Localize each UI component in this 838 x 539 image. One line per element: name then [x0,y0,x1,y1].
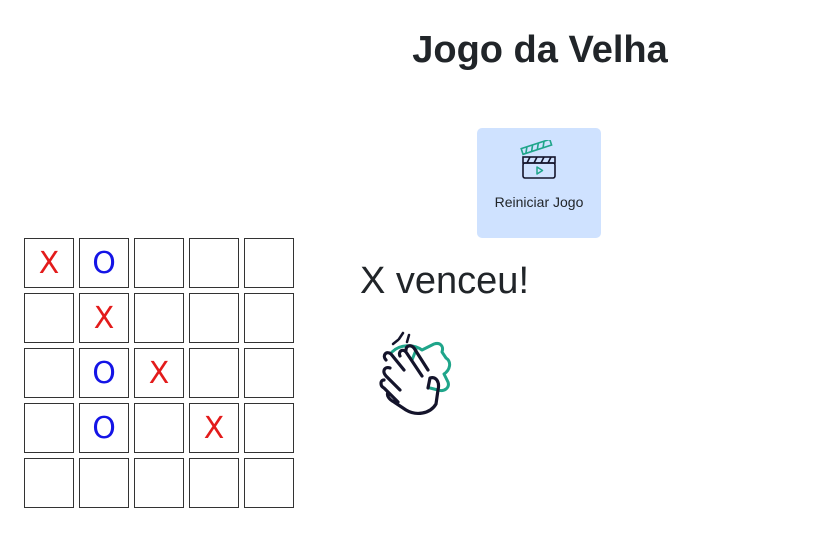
board-cell-r3-c0[interactable] [24,403,74,453]
restart-button-label: Reiniciar Jogo [494,194,584,210]
board-cell-r4-c3[interactable] [189,458,239,508]
board-cell-r4-c2[interactable] [134,458,184,508]
tic-tac-toe-page: Jogo da Velha Reiniciar Jogo X O X O X O… [0,0,838,539]
board-cell-r0-c3[interactable] [189,238,239,288]
board-cell-r4-c4[interactable] [244,458,294,508]
game-status: X venceu! [360,260,529,302]
board-cell-r3-c3[interactable]: X [189,403,239,453]
board-cell-r0-c2[interactable] [134,238,184,288]
board-cell-r1-c0[interactable] [24,293,74,343]
board-cell-r2-c2[interactable]: X [134,348,184,398]
board-cell-r0-c0[interactable]: X [24,238,74,288]
board-cell-r2-c1[interactable]: O [79,348,129,398]
board-cell-r3-c4[interactable] [244,403,294,453]
board-cell-r1-c4[interactable] [244,293,294,343]
page-title: Jogo da Velha [412,29,668,71]
board-cell-r4-c0[interactable] [24,458,74,508]
board-cell-r4-c1[interactable] [79,458,129,508]
board-cell-r2-c0[interactable] [24,348,74,398]
board-cell-r0-c4[interactable] [244,238,294,288]
board-cell-r1-c1[interactable]: X [79,293,129,343]
clapping-hands-icon [376,330,456,418]
board-cell-r2-c3[interactable] [189,348,239,398]
clapperboard-icon [520,138,558,180]
board-cell-r1-c2[interactable] [134,293,184,343]
board-cell-r2-c4[interactable] [244,348,294,398]
board-cell-r1-c3[interactable] [189,293,239,343]
restart-game-button[interactable]: Reiniciar Jogo [477,128,601,238]
board-cell-r0-c1[interactable]: O [79,238,129,288]
game-board: XOXOXOX [24,238,294,508]
board-cell-r3-c2[interactable] [134,403,184,453]
board-cell-r3-c1[interactable]: O [79,403,129,453]
